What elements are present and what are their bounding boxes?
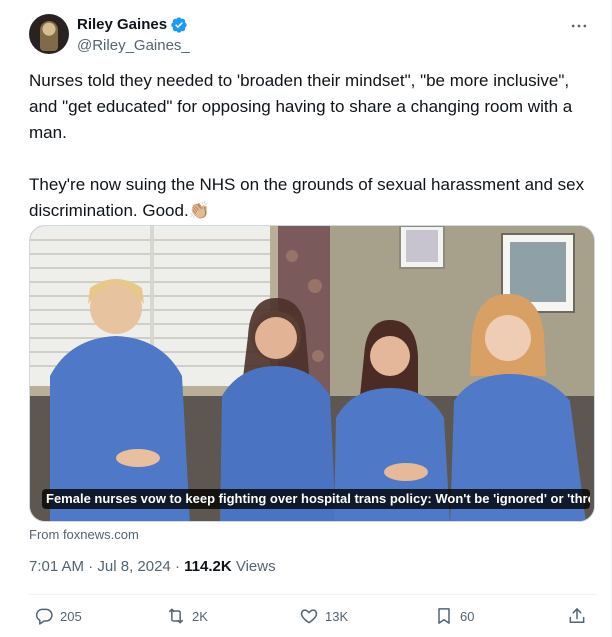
- retweet-count: 2K: [192, 608, 208, 624]
- more-options-button[interactable]: [567, 16, 591, 36]
- card-source[interactable]: From foxnews.com: [29, 527, 139, 542]
- bookmark-count: 60: [460, 608, 475, 624]
- tweet-text: Nurses told they needed to 'broaden thei…: [29, 68, 599, 224]
- reply-icon: [35, 608, 53, 625]
- bookmark-button[interactable]: 60: [434, 606, 474, 626]
- bookmark-icon: [438, 608, 450, 624]
- retweet-icon: [169, 608, 183, 624]
- meta-separator: ·: [84, 558, 98, 575]
- card-caption[interactable]: Female nurses vow to keep fighting over …: [42, 489, 590, 509]
- like-button[interactable]: 13K: [299, 606, 348, 626]
- action-bar: 205 2K 13K 60: [29, 606, 597, 630]
- author-name[interactable]: Riley Gaines: [77, 15, 167, 35]
- tweet-date[interactable]: Jul 8, 2024: [97, 558, 170, 575]
- author-name-row: Riley Gaines: [77, 15, 190, 35]
- retweet-button[interactable]: 2K: [166, 606, 208, 626]
- author-block: Riley Gaines @Riley_Gaines_: [77, 15, 190, 56]
- author-handle[interactable]: @Riley_Gaines_: [77, 36, 190, 56]
- like-icon: [300, 609, 318, 624]
- like-count: 13K: [325, 608, 349, 624]
- link-card-image[interactable]: Female nurses vow to keep fighting over …: [29, 225, 595, 522]
- tweet-paragraph-2: They're now suing the NHS on the grounds…: [29, 175, 585, 220]
- meta-separator: ·: [170, 558, 185, 575]
- avatar[interactable]: [29, 14, 69, 54]
- more-options-icon: [571, 24, 587, 28]
- tweet-time[interactable]: 7:01 AM: [29, 558, 84, 575]
- tweet-paragraph-1: Nurses told they needed to 'broaden thei…: [29, 71, 573, 142]
- views-label: Views: [231, 558, 276, 575]
- tweet-meta: 7:01 AM · Jul 8, 2024 · 114.2K Views: [29, 558, 276, 575]
- reply-count: 205: [60, 608, 82, 624]
- verified-badge-icon: [171, 17, 187, 33]
- share-button[interactable]: [567, 606, 587, 626]
- share-icon: [569, 608, 585, 623]
- tweet-card: Riley Gaines @Riley_Gaines_ Nurses told …: [0, 0, 612, 637]
- nurses-photo: [30, 226, 594, 521]
- tweet-header: Riley Gaines @Riley_Gaines_: [29, 14, 597, 58]
- views-count: 114.2K: [184, 558, 232, 575]
- reply-button[interactable]: 205: [34, 606, 82, 626]
- divider: [29, 594, 597, 595]
